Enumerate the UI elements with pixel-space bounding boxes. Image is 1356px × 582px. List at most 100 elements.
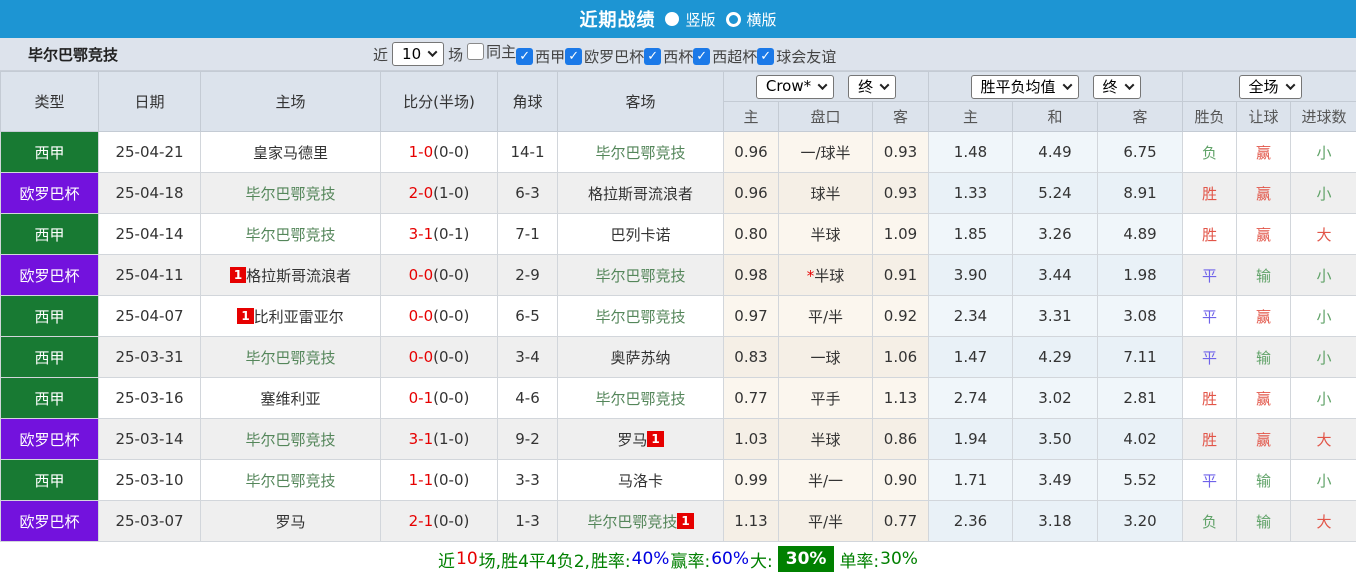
winloss-result-cell: 胜 (1182, 213, 1238, 255)
date-cell: 25-04-07 (98, 295, 201, 337)
odds-cell: 0.96 (723, 131, 779, 173)
avg-odds-cell: 3.02 (1012, 377, 1098, 419)
filter-checkbox-西超杯[interactable]: ✓ 西超杯 (693, 46, 757, 67)
competition-type-cell: 西甲 (0, 336, 99, 378)
fulltime-score: 0-1 (408, 389, 434, 407)
odds-cell: 0.83 (723, 336, 779, 378)
date-cell: 25-03-16 (98, 377, 201, 419)
chevron-down-icon (817, 79, 828, 90)
corner-cell: 1-3 (497, 500, 558, 542)
odds-company-value: Crow* (765, 77, 812, 95)
red-card-badge: 1 (229, 266, 247, 283)
team-cell: 皇家马德里 (200, 131, 381, 173)
competition-type-cell: 欧罗巴杯 (0, 500, 99, 542)
competition-filters: 同主 ✓ 西甲 ✓ 欧罗巴杯 ✓ 西杯 ✓ 西超杯 ✓ 球会友谊 (467, 41, 836, 67)
table-row: 西甲 25-04-07 1 比利亚雷亚尔 0-0(0-0) 6-5 毕尔巴鄂竞技 0.97 平/… (0, 295, 1356, 337)
odds-state-select[interactable]: 终 (848, 74, 897, 99)
col-header-corner: 角球 (497, 71, 558, 132)
odds-cell: 0.77 (723, 377, 779, 419)
summary-segment: 60% (711, 549, 749, 569)
competition-type-cell: 欧罗巴杯 (0, 172, 99, 214)
winloss-result-cell: 胜 (1182, 172, 1238, 214)
halftime-score: (1-0) (433, 184, 470, 202)
page-title: 近期战绩 (579, 10, 656, 31)
odds-cell: 0.90 (872, 459, 929, 501)
summary-segment: 赢率: (670, 551, 711, 572)
filter-checkbox-欧罗巴杯[interactable]: ✓ 欧罗巴杯 (565, 46, 644, 67)
fulltime-score: 3-1 (408, 430, 434, 448)
radio-vertical-label: 竖版 (685, 10, 716, 29)
goals-result-cell: 小 (1290, 459, 1356, 501)
odds-cell: 0.86 (872, 418, 929, 460)
sub-header-winloss: 胜负 (1182, 101, 1238, 132)
summary-segment: 30% (880, 549, 918, 569)
halftime-score: (0-0) (433, 389, 470, 407)
radio-horizontal-layout[interactable]: 横版 (725, 9, 777, 30)
team-cell: 格拉斯哥流浪者 (557, 172, 724, 214)
red-card-badge: 1 (677, 512, 694, 529)
checkbox-checked-icon: ✓ (565, 48, 583, 65)
over-rate-badge: 30% (777, 546, 835, 572)
goals-result-cell: 大 (1290, 213, 1356, 255)
winloss-result-cell: 平 (1182, 254, 1238, 296)
avg-odds-cell: 2.34 (928, 295, 1013, 337)
summary-footer: 近 10 场,胜4平4负2, 胜率: 40% 赢率: 60% 大: 30% 单率: 30% (0, 542, 1356, 576)
date-cell: 25-04-11 (98, 254, 201, 296)
odds-state-value: 终 (858, 77, 874, 96)
team-cell: 1 比利亚雷亚尔 (200, 295, 381, 337)
chevron-down-icon (1062, 79, 1072, 90)
team-name: 毕尔巴鄂竞技 (595, 307, 686, 326)
corner-cell: 9-2 (497, 418, 558, 460)
date-cell: 25-03-10 (98, 459, 201, 501)
match-count-value: 10 (402, 44, 422, 63)
team-cell: 毕尔巴鄂竞技 (557, 295, 724, 337)
halftime-score: (0-0) (433, 348, 470, 366)
avg-state-value: 终 (1102, 77, 1118, 96)
handicap-result-cell: 赢 (1236, 418, 1292, 460)
radio-vertical-layout[interactable]: 竖版 (665, 9, 716, 30)
radio-unselected-icon (725, 11, 741, 27)
winloss-result-cell: 负 (1182, 131, 1238, 173)
handicap-result-cell: 输 (1236, 254, 1292, 296)
score-cell: 0-0(0-0) (380, 295, 498, 337)
avg-type-select[interactable]: 胜平负均值 (970, 74, 1079, 99)
odds-cell: 0.77 (872, 500, 929, 542)
table-row: 西甲 25-04-21 皇家马德里 1-0(0-0) 14-1 毕尔巴鄂竞技 0.96 一/球… (0, 131, 1356, 173)
avg-header-group: 胜平负均值 终 (927, 71, 1184, 102)
handicap-cell: 平/半 (778, 295, 873, 337)
score-cell: 1-1(0-0) (380, 459, 498, 501)
competition-type-cell: 西甲 (0, 377, 99, 419)
handicap-cell: 半球 (778, 213, 873, 255)
winloss-result-cell: 胜 (1182, 377, 1238, 419)
filter-group: 近 10 场 同主 ✓ 西甲 ✓ 欧罗巴杯 ✓ 西杯 ✓ 西超杯 ✓ 球会友谊 (373, 41, 836, 67)
match-count-select[interactable]: 10 (392, 42, 445, 66)
scope-header-group: 全场 (1182, 71, 1356, 102)
filter-checkbox-球会友谊[interactable]: ✓ 球会友谊 (757, 46, 836, 67)
avg-odds-cell: 3.31 (1012, 295, 1098, 337)
odds-cell: 0.99 (723, 459, 779, 501)
team-name: 马洛卡 (617, 471, 663, 490)
goals-result-cell: 小 (1290, 254, 1356, 296)
halftime-score: (1-0) (433, 430, 470, 448)
sub-header-handicap: 盘口 (778, 101, 873, 132)
filter-checkbox-同主[interactable]: 同主 (467, 41, 516, 62)
checkbox-unchecked-icon (467, 43, 485, 60)
odds-cell: 0.96 (723, 172, 779, 214)
date-cell: 25-04-14 (98, 213, 201, 255)
summary-segment: 大: (750, 551, 773, 572)
handicap-result-cell: 输 (1236, 459, 1292, 501)
scope-select[interactable]: 全场 (1238, 74, 1302, 99)
corner-cell: 2-9 (497, 254, 558, 296)
goals-result-cell: 小 (1290, 377, 1356, 419)
odds-company-select[interactable]: Crow* (755, 74, 835, 99)
filter-checkbox-西甲[interactable]: ✓ 西甲 (516, 46, 565, 67)
competition-type-cell: 欧罗巴杯 (0, 254, 99, 296)
table-row: 欧罗巴杯 25-03-14 毕尔巴鄂竞技 3-1(1-0) 9-2 罗马 1 1.03 半球 0.… (0, 418, 1356, 460)
team-cell: 毕尔巴鄂竞技 1 (557, 500, 724, 542)
checkbox-checked-icon: ✓ (516, 48, 534, 65)
goals-result-cell: 小 (1290, 172, 1356, 214)
avg-state-select[interactable]: 终 (1092, 74, 1141, 99)
team-cell: 毕尔巴鄂竞技 (557, 377, 724, 419)
odds-cell: 0.92 (872, 295, 929, 337)
filter-checkbox-西杯[interactable]: ✓ 西杯 (644, 46, 693, 67)
